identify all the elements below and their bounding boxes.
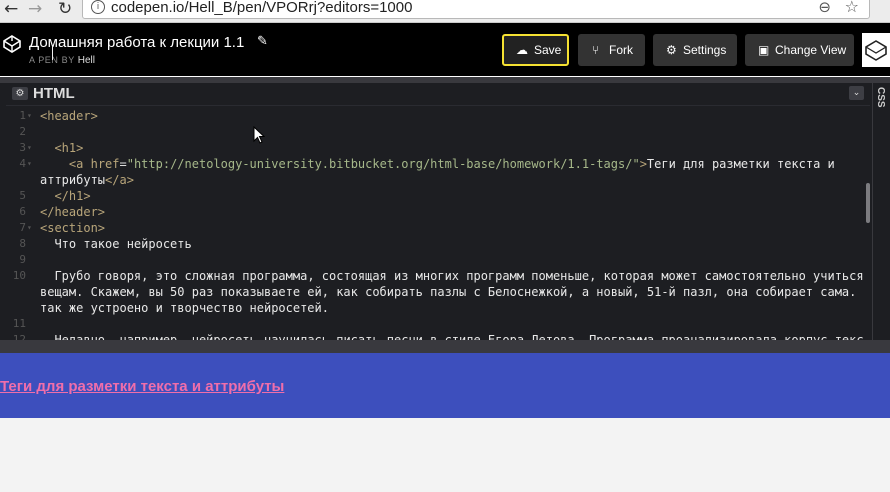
codepen-avatar-icon — [865, 40, 887, 61]
code-area[interactable]: 1 ▾ <header> 2 3 ▾ <h1> 4 ▾ <a href="http://net… — [6, 107, 864, 341]
code-line[interactable]: аттрибуты</a> — [40, 173, 134, 187]
line-number: 6 — [19, 205, 26, 218]
fork-label: Fork — [609, 43, 633, 57]
fold-arrow-icon[interactable]: ▾ — [27, 223, 32, 232]
line-number: 8 — [19, 237, 26, 250]
gear-icon: ⚙ — [666, 43, 677, 57]
info-icon[interactable]: i — [91, 0, 105, 14]
bookmark-star-icon[interactable]: ☆ — [845, 0, 859, 16]
preview-heading-link[interactable]: Теги для разметки текста и аттрибуты — [0, 378, 284, 395]
back-arrow-icon[interactable]: ← — [4, 0, 18, 20]
fold-arrow-icon[interactable]: ▾ — [27, 143, 32, 152]
change-view-label: Change View — [775, 43, 847, 57]
editor-resize-divider[interactable] — [0, 340, 890, 353]
line-number: 11 — [12, 317, 26, 330]
layout-icon: ▣ — [758, 43, 770, 57]
css-tab-label: CSS — [875, 87, 886, 108]
line-number: 2 — [19, 125, 26, 138]
url-text[interactable]: codepen.io/Hell_B/pen/VPORrj?editors=100… — [111, 0, 412, 16]
html-editor-panel: ⚙ HTML ⌄ CSS 1 ▾ <header> 2 3 ▾ <h1> 4 ▾ <a hre… — [0, 77, 890, 353]
line-number: 4 — [19, 157, 26, 170]
fork-icon: ⑂ — [592, 43, 600, 57]
forward-arrow-icon[interactable]: → — [28, 0, 42, 20]
mouse-pointer-icon — [253, 126, 265, 144]
code-line[interactable]: Что такое нейросеть — [40, 237, 191, 251]
code-line[interactable]: вещам. Скажем, вы 50 раз показываете ей,… — [40, 285, 864, 299]
pen-byline: A PEN BY Hell — [29, 55, 95, 66]
user-avatar[interactable] — [862, 33, 890, 67]
line-number: 3 — [19, 141, 26, 154]
line-number: 7 — [19, 221, 26, 234]
css-editor-tab[interactable]: CSS — [872, 83, 890, 353]
settings-label: Settings — [683, 43, 727, 57]
line-number: 1 — [19, 109, 26, 122]
codepen-logo-icon[interactable] — [2, 34, 22, 54]
save-label: Save — [534, 43, 562, 57]
text-cursor — [52, 45, 53, 60]
code-line[interactable]: <h1> — [40, 141, 83, 155]
code-line[interactable]: так же устроено и творчество нейросетей. — [40, 301, 329, 315]
fork-button[interactable]: ⑂ Fork — [578, 34, 645, 66]
line-number: 5 — [19, 189, 26, 202]
fold-arrow-icon[interactable]: ▾ — [27, 159, 32, 168]
code-line[interactable]: </header> — [40, 205, 105, 219]
preview-body — [0, 418, 890, 492]
browser-toolbar: ← → ↻ i codepen.io/Hell_B/pen/VPORrj?edi… — [0, 0, 890, 23]
zoom-icon[interactable]: ⊖ — [818, 0, 831, 16]
edit-pencil-icon[interactable]: ✎ — [257, 34, 268, 49]
pen-title[interactable]: Домашняя работа к лекции 1.1 — [29, 34, 244, 51]
code-line[interactable]: <a href="http://netology-university.bitb… — [40, 157, 835, 171]
reload-icon[interactable]: ↻ — [58, 0, 72, 20]
code-line[interactable]: <header> — [40, 109, 98, 123]
editor-scrollbar[interactable] — [866, 183, 870, 223]
editor-title: HTML — [33, 85, 75, 102]
editor-header: ⚙ HTML ⌄ — [6, 83, 870, 106]
code-line[interactable]: Грубо говоря, это сложная программа, сос… — [40, 269, 864, 283]
code-line[interactable]: </h1> — [40, 189, 90, 203]
fold-arrow-icon[interactable]: ▾ — [27, 111, 32, 120]
codepen-header: Домашняя работа к лекции 1.1 ✎ A PEN BY … — [0, 23, 890, 76]
preview-header: Теги для разметки текста и аттрибуты — [0, 353, 890, 418]
change-view-button[interactable]: ▣ Change View — [745, 34, 854, 66]
save-button[interactable]: ☁ Save — [502, 34, 569, 66]
address-bar[interactable]: i codepen.io/Hell_B/pen/VPORrj?editors=1… — [82, 0, 870, 19]
cloud-icon: ☁ — [516, 43, 528, 57]
chevron-down-icon[interactable]: ⌄ — [849, 86, 864, 100]
editor-settings-icon[interactable]: ⚙ — [12, 87, 28, 100]
line-number: 9 — [19, 253, 26, 266]
line-number: 10 — [12, 269, 26, 282]
code-line[interactable]: <section> — [40, 221, 105, 235]
pen-author-link[interactable]: Hell — [78, 55, 95, 66]
settings-button[interactable]: ⚙ Settings — [653, 34, 737, 66]
